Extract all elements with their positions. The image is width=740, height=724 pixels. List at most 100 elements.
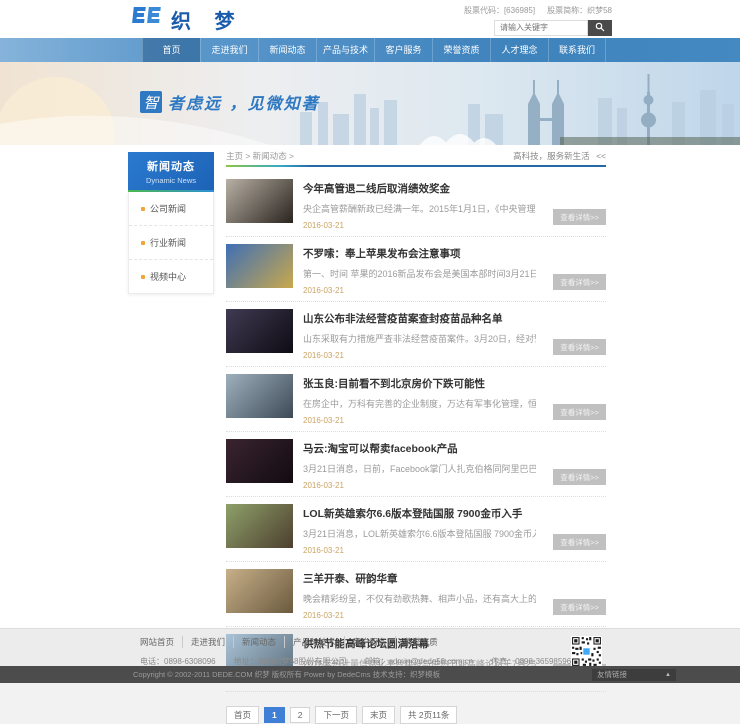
- stock-name: 股票简称：织梦58: [547, 5, 612, 16]
- news-description: 在房企中，万科有完善的企业制度，万达有军事化管理，恒大有...: [303, 397, 536, 410]
- main-nav: 首页走进我们新闻动态产品与技术客户服务荣誉资质人才理念联系我们: [0, 38, 740, 62]
- news-title[interactable]: 张玉良:目前看不到北京房价下跌可能性: [303, 376, 536, 391]
- news-thumbnail: [226, 569, 293, 613]
- banner-slogan: 智 者虑远 ，见微知著: [140, 90, 320, 114]
- nav-item[interactable]: 产品与技术: [316, 38, 374, 62]
- search-button[interactable]: [588, 20, 612, 36]
- news-thumbnail: [226, 179, 293, 223]
- news-item[interactable]: 马云:淘宝可以帮卖facebook产品 3月21日消息，日前，Facebook掌…: [226, 432, 606, 497]
- footer-nav-link[interactable]: 荣誉资质: [396, 636, 446, 648]
- search-input[interactable]: [494, 20, 588, 36]
- pagination-info: 共 2页11条: [400, 706, 457, 724]
- news-thumbnail: [226, 504, 293, 548]
- notice-scroll-icon[interactable]: <<: [596, 151, 606, 161]
- news-more-button[interactable]: 查看详情>>: [553, 274, 606, 290]
- pagination-button[interactable]: 下一页: [315, 706, 357, 724]
- sidebar-menu-label: 行业新闻: [150, 236, 186, 249]
- sidebar-menu: 公司新闻 行业新闻 视频中心: [128, 192, 214, 294]
- pagination-button[interactable]: 首页: [226, 706, 259, 724]
- news-more-button[interactable]: 查看详情>>: [553, 469, 606, 485]
- stock-code: 股票代码：[636985]: [464, 5, 535, 16]
- footer-nav-link[interactable]: 走进我们: [183, 636, 234, 648]
- nav-item[interactable]: 荣誉资质: [432, 38, 490, 62]
- news-more-button[interactable]: 查看详情>>: [553, 339, 606, 355]
- news-more-button[interactable]: 查看详情>>: [553, 404, 606, 420]
- top-header: 织 梦 股票代码：[636985] 股票简称：织梦58: [0, 0, 740, 38]
- bullet-icon: [141, 241, 145, 245]
- pagination: 首页 12下一页末页共 2页11条: [226, 706, 606, 724]
- news-thumbnail: [226, 439, 293, 483]
- friend-links-dropdown[interactable]: 友情链接 ▲: [592, 669, 676, 681]
- sidebar-menu-item[interactable]: 公司新闻: [129, 192, 213, 226]
- breadcrumb-underline: [226, 165, 606, 167]
- nav-item[interactable]: 新闻动态: [258, 38, 316, 62]
- sidebar-menu-item[interactable]: 视频中心: [129, 260, 213, 293]
- news-date: 2016-03-21: [303, 351, 536, 360]
- breadcrumb-row: 主页 > 新闻动态 > 高科技，服务新生活 <<: [226, 150, 606, 167]
- news-title[interactable]: 山东公布非法经营疫苗案查封疫苗品种名单: [303, 311, 536, 326]
- footer-nav-link[interactable]: 新闻动态: [234, 636, 285, 648]
- sidebar-header: 新闻动态 Dynamic News: [128, 152, 214, 190]
- news-item[interactable]: 山东公布非法经营疫苗案查封疫苗品种名单 山东采取有力措施严查非法经营疫苗案件。3…: [226, 302, 606, 367]
- pagination-button[interactable]: 末页: [362, 706, 395, 724]
- news-description: 晚会精彩纷呈，不仅有劲歌热舞、相声小品，还有高大上的歌剧...: [303, 592, 536, 605]
- sidebar-title: 新闻动态: [128, 158, 214, 174]
- news-description: 央企高管薪酬新政已经满一年。2015年1月1日，《中央管理企业负...: [303, 202, 536, 215]
- hero-banner: 智 者虑远 ，见微知著: [0, 62, 740, 145]
- notice-text: 高科技，服务新生活: [513, 151, 590, 161]
- copyright-text: Copyright © 2002-2011 DEDE.COM 织梦 版权所有 P…: [128, 666, 440, 683]
- nav-item[interactable]: 联系我们: [548, 38, 606, 62]
- news-date: 2016-03-21: [303, 286, 536, 295]
- friend-links-label: 友情链接: [597, 669, 627, 680]
- footer-nav-link[interactable]: 产品与技术: [285, 636, 345, 648]
- qr-code: [571, 636, 602, 667]
- news-description: 3月21日消息，日前，Facebook掌门人扎克伯格同阿里巴巴董事局主...: [303, 462, 536, 475]
- chevron-up-icon: ▲: [665, 672, 671, 678]
- slogan-text: 者虑远 ，见微知著: [168, 90, 320, 114]
- news-item[interactable]: 三羊开泰、研韵华章 晚会精彩纷呈，不仅有劲歌热舞、相声小品，还有高大上的歌剧..…: [226, 562, 606, 627]
- news-item[interactable]: 不罗嗦：奉上苹果发布会注意事项 第一、时间 苹果的2016新品发布会是美国本部时…: [226, 237, 606, 302]
- sidebar-menu-label: 视频中心: [150, 270, 186, 283]
- nav-item[interactable]: 首页: [142, 38, 200, 62]
- news-title[interactable]: 三羊开泰、研韵华章: [303, 571, 536, 586]
- nav-item[interactable]: 走进我们: [200, 38, 258, 62]
- nav-item[interactable]: 人才理念: [490, 38, 548, 62]
- news-date: 2016-03-21: [303, 611, 536, 620]
- news-date: 2016-03-21: [303, 416, 536, 425]
- news-more-button[interactable]: 查看详情>>: [553, 599, 606, 615]
- news-title[interactable]: 不罗嗦：奉上苹果发布会注意事项: [303, 246, 536, 261]
- sidebar-menu-label: 公司新闻: [150, 202, 186, 215]
- news-title[interactable]: LOL新英雄索尔6.6版本登陆国服 7900金币入手: [303, 506, 536, 521]
- header-right: 股票代码：[636985] 股票简称：织梦58: [464, 3, 612, 36]
- pagination-button[interactable]: 1: [264, 707, 285, 723]
- news-date: 2016-03-21: [303, 546, 536, 555]
- footer-nav-link[interactable]: 客户服务: [345, 636, 396, 648]
- footer-nav-link[interactable]: 网站首页: [140, 636, 183, 648]
- news-sidebar: 新闻动态 Dynamic News 公司新闻 行业新闻 视频中心: [128, 152, 214, 294]
- news-thumbnail: [226, 244, 293, 288]
- sidebar-menu-item[interactable]: 行业新闻: [129, 226, 213, 260]
- news-list: 今年高管退二线后取消绩效奖金 央企高管薪酬新政已经满一年。2015年1月1日，《…: [226, 172, 606, 692]
- bullet-icon: [141, 275, 145, 279]
- news-item[interactable]: 今年高管退二线后取消绩效奖金 央企高管薪酬新政已经满一年。2015年1月1日，《…: [226, 172, 606, 237]
- news-title[interactable]: 今年高管退二线后取消绩效奖金: [303, 181, 536, 196]
- pagination-button[interactable]: 2: [290, 707, 311, 723]
- main-nav-list: 首页走进我们新闻动态产品与技术客户服务荣誉资质人才理念联系我们: [142, 38, 612, 62]
- news-thumbnail: [226, 309, 293, 353]
- news-more-button[interactable]: 查看详情>>: [553, 534, 606, 550]
- news-title[interactable]: 马云:淘宝可以帮卖facebook产品: [303, 441, 536, 456]
- breadcrumb[interactable]: 主页 > 新闻动态 >: [226, 150, 294, 162]
- nav-item[interactable]: 客户服务: [374, 38, 432, 62]
- bullet-icon: [141, 207, 145, 211]
- news-more-button[interactable]: 查看详情>>: [553, 209, 606, 225]
- footer-nav: 网站首页走进我们新闻动态产品与技术客户服务荣誉资质: [140, 636, 612, 648]
- news-item[interactable]: 张玉良:目前看不到北京房价下跌可能性 在房企中，万科有完善的企业制度，万达有军事…: [226, 367, 606, 432]
- news-thumbnail: [226, 374, 293, 418]
- search-icon: [595, 20, 605, 35]
- news-item[interactable]: LOL新英雄索尔6.6版本登陆国服 7900金币入手 3月21日消息，LOL新英…: [226, 497, 606, 562]
- notice-bar: 高科技，服务新生活 <<: [513, 150, 606, 162]
- logo-icon: [128, 5, 164, 33]
- site-logo[interactable]: 织 梦: [128, 5, 244, 34]
- copyright-bar: Copyright © 2002-2011 DEDE.COM 织梦 版权所有 P…: [0, 666, 740, 683]
- sidebar-subtitle: Dynamic News: [128, 176, 214, 185]
